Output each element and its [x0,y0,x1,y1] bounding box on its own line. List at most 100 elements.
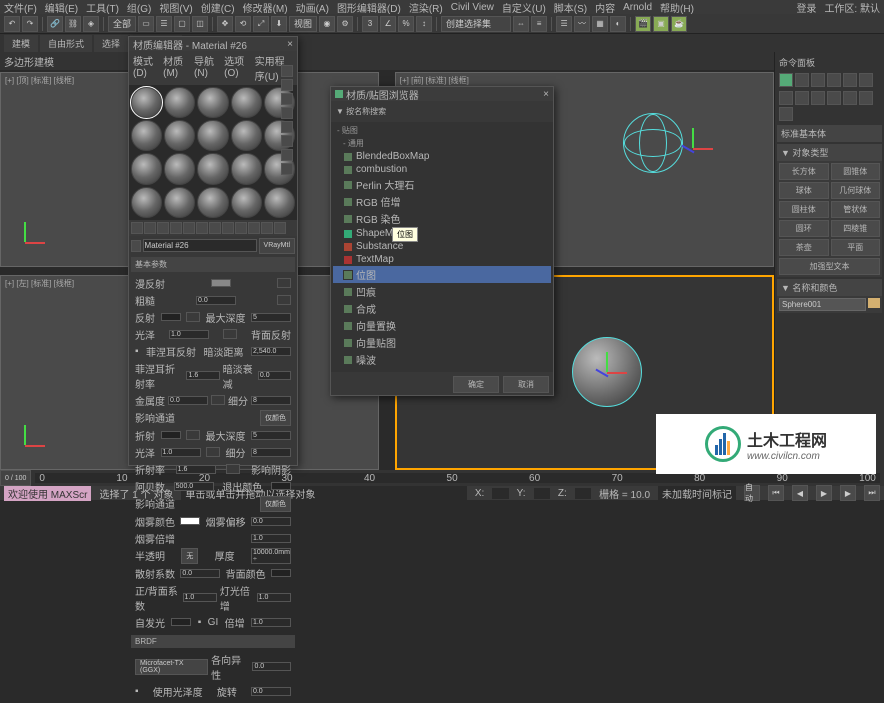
refcoord-dropdown[interactable]: 视图 [289,16,317,32]
material-slot[interactable] [197,187,228,218]
motion-tab-icon[interactable] [827,73,841,87]
cone-button[interactable]: 圆锥体 [831,163,881,180]
ribbon-polymodeling[interactable]: 多边形建模 [4,54,54,69]
affect-dropdown[interactable]: 仅颜色 [260,410,291,426]
mat-menu-opts[interactable]: 选项(O) [224,53,249,83]
map-item[interactable]: Perlin 大理石 [333,176,551,193]
show-end-icon[interactable] [248,222,260,234]
copy-icon[interactable] [183,222,195,234]
browser-tree[interactable]: - 贴图 - 通用 BlendedBoxMap combustion Perli… [331,122,553,372]
material-slot[interactable] [197,120,228,151]
material-slot[interactable] [164,153,195,184]
options-icon[interactable] [281,149,293,161]
put-to-lib-icon[interactable] [209,222,221,234]
matid-icon[interactable] [222,222,234,234]
diffuse-swatch[interactable] [211,279,231,287]
metalness-map[interactable] [211,395,225,405]
map-item[interactable]: Substance [333,240,551,253]
reset-icon[interactable] [170,222,182,234]
material-slot[interactable] [131,87,162,118]
play-end-icon[interactable]: ⏭ [864,485,880,501]
brdf-type-dropdown[interactable]: Microfacet-TX (GGX) [135,659,208,675]
selection-filter[interactable]: 全部 [108,16,136,32]
play-icon[interactable]: ▶ [816,485,832,501]
put-to-scene-icon[interactable] [144,222,156,234]
render-icon[interactable]: ☕ [671,16,687,32]
cancel-button[interactable]: 取消 [503,376,549,393]
helpers-icon[interactable] [843,91,857,105]
glossy-spinner[interactable]: 1.0 [169,330,209,339]
brdf-header[interactable]: BRDF [131,635,295,648]
map-item[interactable]: 噪波 [333,351,551,368]
viewport-label-front[interactable]: [+] [前] [标准] [线框] [400,75,469,86]
material-slot[interactable] [197,153,228,184]
refract-glossy-spinner[interactable]: 1.0 [161,448,201,457]
object-name-input[interactable] [779,298,866,311]
map-item[interactable]: ShapeMap [333,227,551,240]
map-item[interactable]: RGB 染色 [333,210,551,227]
background-icon[interactable] [281,93,293,105]
scatter-spinner[interactable]: 0.0 [180,569,220,578]
material-slot[interactable] [164,87,195,118]
play-start-icon[interactable]: ⏮ [768,485,784,501]
close-icon[interactable]: × [287,39,293,50]
go-forward-icon[interactable] [274,222,286,234]
redo-icon[interactable]: ↷ [22,16,38,32]
cameras-icon[interactable] [827,91,841,105]
material-slot[interactable] [197,87,228,118]
plane-button[interactable]: 平面 [831,239,881,256]
manipulate-icon[interactable]: ⚙ [337,16,353,32]
refract-glossy-map[interactable] [206,447,220,457]
get-material-icon[interactable] [131,222,143,234]
material-slot[interactable] [131,153,162,184]
rotate-icon[interactable]: ⟲ [235,16,251,32]
menu-customize[interactable]: 自定义(U) [502,0,546,15]
select-name-icon[interactable]: ☰ [156,16,172,32]
material-type-button[interactable]: VRayMtl [259,238,295,254]
y-value[interactable] [534,488,550,499]
map-item[interactable]: RGB 倍增 [333,193,551,210]
sample-type-icon[interactable] [281,65,293,77]
video-check-icon[interactable] [281,121,293,133]
material-slot[interactable] [131,187,162,218]
z-value[interactable] [575,488,591,499]
pyramid-button[interactable]: 四棱锥 [831,220,881,237]
pick-icon[interactable] [131,240,141,252]
menu-content[interactable]: 内容 [595,0,615,15]
roughness-spinner[interactable]: 0.0 [196,296,236,305]
angle-snap-icon[interactable]: ∠ [380,16,396,32]
workspace-dropdown[interactable]: 工作区: 默认 [824,0,880,15]
undo-icon[interactable]: ↶ [4,16,20,32]
geosphere-button[interactable]: 几何球体 [831,182,881,199]
menu-arnold[interactable]: Arnold [623,2,652,13]
autokey-button[interactable]: 自动 [744,485,760,501]
menu-script[interactable]: 脚本(S) [554,0,587,15]
backlight-icon[interactable] [281,79,293,91]
material-slot[interactable] [231,120,262,151]
object-type-header[interactable]: ▼ 对象类型 [777,144,882,161]
show-map-icon[interactable] [235,222,247,234]
modify-tab-icon[interactable] [795,73,809,87]
go-parent-icon[interactable] [261,222,273,234]
geometry-icon[interactable] [779,91,793,105]
shapes-icon[interactable] [795,91,809,105]
x-value[interactable] [492,488,508,499]
render-setup-icon[interactable]: 🎬 [635,16,651,32]
material-slot[interactable] [231,87,262,118]
menu-tools[interactable]: 工具(T) [86,0,119,15]
hierarchy-tab-icon[interactable] [811,73,825,87]
menu-graph[interactable]: 图形编辑器(D) [337,0,401,15]
material-slot[interactable] [264,187,295,218]
fog-swatch[interactable] [180,517,200,525]
cylinder-button[interactable]: 圆柱体 [779,201,829,218]
assign-icon[interactable] [157,222,169,234]
tab-selection[interactable]: 选择 [94,35,128,52]
map-item[interactable]: 向量置换 [333,317,551,334]
menu-create[interactable]: 创建(C) [201,0,235,15]
fogbias-spinner[interactable]: 0.0 [251,517,291,526]
tube-button[interactable]: 管状体 [831,201,881,218]
material-slot[interactable] [164,120,195,151]
material-slot[interactable] [164,187,195,218]
fresnelior-spinner[interactable]: 1.6 [186,371,219,380]
snap-icon[interactable]: 3 [362,16,378,32]
